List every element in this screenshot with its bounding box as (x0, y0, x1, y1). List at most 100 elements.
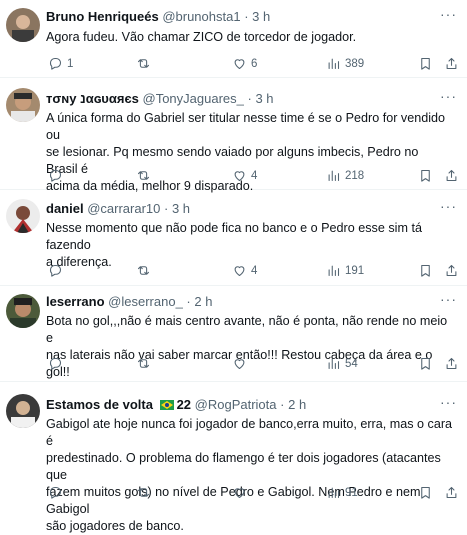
reply-button[interactable] (48, 168, 67, 183)
reply-button[interactable]: 1 (48, 56, 73, 71)
like-button[interactable]: 6 (232, 56, 257, 71)
timestamp[interactable]: 2 h (288, 397, 306, 412)
views-count: 191 (345, 264, 365, 277)
bookmark-button[interactable] (418, 168, 433, 183)
share-button[interactable] (444, 168, 459, 183)
like-button[interactable]: 4 (232, 168, 257, 183)
like-icon (234, 171, 245, 182)
more-options-icon[interactable]: ··· (440, 394, 457, 410)
reply-icon (49, 264, 62, 277)
tweet-feed: Bruno Henriqueés @brunohsta1 · 3 h ··· A… (0, 0, 467, 533)
reply-icon (49, 486, 62, 499)
reply-button[interactable] (48, 263, 67, 278)
like-icon (234, 266, 245, 277)
action-bar: 4 191 (46, 263, 459, 281)
tweet[interactable]: daniel @carrarar10 · 3 h ··· Nesse momen… (0, 190, 467, 286)
retweet-icon (137, 266, 150, 275)
tweet-header: daniel @carrarar10 · 3 h (46, 201, 190, 216)
avatar[interactable] (6, 199, 40, 233)
like-count: 6 (251, 57, 258, 70)
timestamp[interactable]: 3 h (252, 9, 270, 24)
retweet-button[interactable] (136, 356, 155, 371)
author-name[interactable]: Estamos de volta (46, 397, 153, 412)
author-handle[interactable]: @leserrano_ (108, 294, 183, 309)
more-options-icon[interactable]: ··· (440, 88, 457, 104)
tweet-line: Bota no gol,,,não é mais centro avante, … (46, 314, 448, 345)
tweet-header: Estamos de volta 22 @RogPatriota · 2 h (46, 397, 306, 412)
like-icon (234, 359, 245, 370)
action-bar: 91 (46, 485, 459, 503)
retweet-icon (137, 488, 150, 497)
share-icon (446, 357, 457, 370)
share-icon (446, 169, 457, 182)
retweet-button[interactable] (136, 168, 155, 183)
like-button[interactable]: 4 (232, 263, 257, 278)
like-button[interactable] (232, 356, 251, 371)
views-count: 218 (345, 169, 365, 182)
timestamp[interactable]: 3 h (172, 201, 190, 216)
views-button[interactable]: 91 (326, 485, 358, 500)
retweet-button[interactable] (136, 485, 155, 500)
bookmark-button[interactable] (418, 356, 433, 371)
author-name[interactable]: тσɴу נαɢυαяєѕ (46, 91, 139, 106)
share-button[interactable] (444, 56, 459, 71)
share-button[interactable] (444, 485, 459, 500)
like-button[interactable] (232, 485, 251, 500)
tweet-text: Agora fudeu. Vão chamar ZICO de torcedor… (46, 29, 453, 46)
author-handle[interactable]: @carrarar10 (87, 201, 160, 216)
share-icon (446, 486, 457, 499)
views-button[interactable]: 54 (326, 356, 358, 371)
reply-button[interactable] (48, 356, 67, 371)
tweet[interactable]: тσɴу נαɢυαяєѕ @TonyJaguares_ · 3 h ··· A… (0, 78, 467, 193)
avatar[interactable] (6, 394, 40, 428)
views-icon (328, 265, 340, 277)
bookmark-button[interactable] (418, 56, 433, 71)
more-options-icon[interactable]: ··· (440, 291, 457, 307)
author-name[interactable]: daniel (46, 201, 84, 216)
timestamp[interactable]: 3 h (255, 91, 273, 106)
tweet-text: Gabigol ate hoje nunca foi jogador de ba… (46, 416, 453, 535)
more-options-icon[interactable]: ··· (440, 6, 457, 22)
avatar[interactable] (6, 88, 40, 122)
tweet[interactable]: leserrano @leserrano_ · 2 h ··· Bota no … (0, 286, 467, 382)
views-button[interactable]: 389 (326, 56, 364, 71)
author-handle[interactable]: @RogPatriota (195, 397, 277, 412)
like-icon (234, 488, 245, 499)
tweet-header: leserrano @leserrano_ · 2 h (46, 294, 212, 309)
reply-icon (49, 57, 62, 70)
retweet-button[interactable] (136, 56, 155, 71)
author-name-suffix[interactable]: 22 (177, 397, 191, 412)
views-icon (328, 358, 340, 370)
bookmark-button[interactable] (418, 263, 433, 278)
timestamp[interactable]: 2 h (194, 294, 212, 309)
author-name[interactable]: Bruno Henriqueés (46, 9, 159, 24)
like-count: 4 (251, 169, 258, 182)
views-button[interactable]: 218 (326, 168, 364, 183)
tweet[interactable]: Bruno Henriqueés @brunohsta1 · 3 h ··· A… (0, 0, 467, 78)
separator: · (280, 397, 285, 412)
share-button[interactable] (444, 263, 459, 278)
retweet-button[interactable] (136, 263, 155, 278)
tweet-line: são jogadores de banco. (46, 519, 184, 533)
tweet-line: A única forma do Gabriel ser titular nes… (46, 111, 446, 142)
tweet-line: predestinado. O problema do flamengo é t… (46, 451, 441, 482)
author-handle[interactable]: @TonyJaguares_ (143, 91, 244, 106)
bookmark-icon (421, 57, 430, 70)
avatar[interactable] (6, 294, 40, 328)
share-button[interactable] (444, 356, 459, 371)
author-name[interactable]: leserrano (46, 294, 105, 309)
author-handle[interactable]: @brunohsta1 (162, 9, 240, 24)
brazil-flag-icon (159, 400, 174, 410)
share-icon (446, 264, 457, 277)
views-count: 91 (345, 486, 358, 499)
more-options-icon[interactable]: ··· (440, 198, 457, 214)
reply-button[interactable] (48, 485, 67, 500)
views-button[interactable]: 191 (326, 263, 364, 278)
tweet[interactable]: Estamos de volta 22 @RogPatriota · 2 h ·… (0, 382, 467, 533)
bookmark-button[interactable] (418, 485, 433, 500)
like-count: 4 (251, 264, 258, 277)
avatar[interactable] (6, 8, 40, 42)
tweet-line: Agora fudeu. Vão chamar ZICO de torcedor… (46, 30, 357, 44)
share-icon (446, 57, 457, 70)
action-bar: 4 218 (46, 168, 459, 186)
